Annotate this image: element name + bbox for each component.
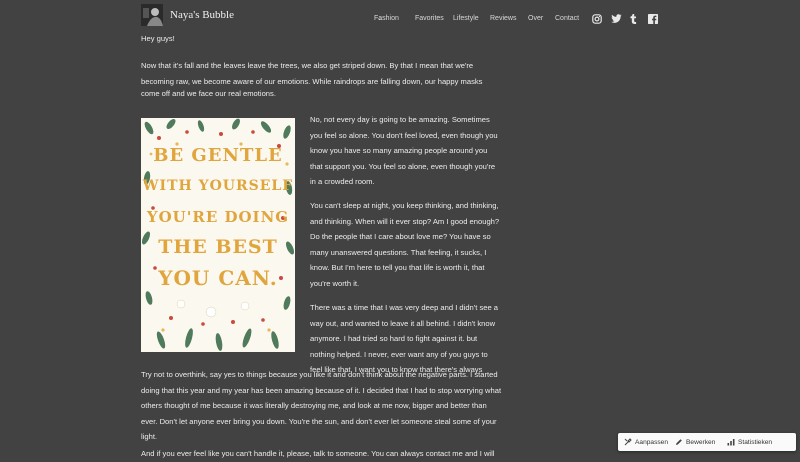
poster-line: YOU CAN. — [158, 266, 278, 290]
side-paragraph-line: you feel so alone. You don't feel loved,… — [310, 131, 498, 140]
paragraph-line: Try not to overthink, say yes to things … — [141, 370, 498, 379]
paragraph-line: doing that this year and my year has bee… — [141, 386, 502, 395]
intro-line: come off and we face our real emotions. — [141, 89, 276, 98]
poster-line: THE BEST — [158, 236, 278, 258]
paragraph-line: light. — [141, 432, 158, 441]
nav-item-over[interactable]: Over — [528, 15, 543, 22]
pencil-icon — [676, 439, 682, 445]
side-paragraph-line: You can't sleep at night, you keep think… — [310, 201, 499, 210]
stats-label: Statistieken — [738, 438, 773, 446]
nav-item-lifestyle[interactable]: Lifestyle — [453, 15, 479, 22]
site-header: Naya's Bubble Fashion ⌄ Favorites Lifesty… — [0, 0, 800, 36]
twitter-icon[interactable] — [611, 14, 622, 24]
edit-label: Bewerken — [686, 438, 716, 446]
paragraph-line: others thought of me because it was lite… — [141, 401, 487, 410]
side-paragraph-line: and thinking. When will it ever stop? Am… — [310, 217, 500, 226]
tools-icon — [624, 438, 632, 446]
customize-button[interactable]: Aanpassen — [624, 438, 668, 446]
nav-item-reviews[interactable]: Reviews — [490, 15, 516, 22]
main-navigation: Fashion ⌄ Favorites Lifestyle Reviews Ove… — [0, 15, 800, 29]
intro-line: Now that it's fall and the leaves leave … — [141, 61, 474, 70]
paragraph-line: ever. Don't let anyone ever bring you do… — [141, 417, 497, 426]
side-paragraph-line: Do the people that I care about love me?… — [310, 232, 491, 241]
side-paragraph-line: you're worth it. — [310, 279, 360, 288]
facebook-icon[interactable] — [648, 14, 658, 24]
nav-item-contact[interactable]: Contact — [555, 15, 579, 22]
side-paragraph-line: way out, and wanted to leave it all behi… — [310, 319, 496, 328]
side-paragraph-line: No, not every day is going to be amazing… — [310, 115, 490, 124]
tumblr-icon[interactable] — [630, 14, 637, 24]
side-paragraph-line: in a crowded room. — [310, 177, 375, 186]
customize-label: Aanpassen — [635, 438, 668, 446]
stats-button[interactable]: Statistieken — [727, 438, 772, 446]
poster-line: BE GENTLE — [153, 145, 283, 166]
side-paragraph-line: know. But I'm here to tell you that life… — [310, 263, 485, 272]
chevron-down-icon: ⌄ — [377, 16, 383, 22]
instagram-icon[interactable] — [592, 14, 602, 24]
admin-bar: Aanpassen Bewerken Statistieken — [618, 433, 796, 451]
quote-poster-image: BE GENTLE WITH YOURSELF YOU'RE DOING THE… — [141, 118, 295, 352]
poster-line: WITH YOURSELF — [142, 178, 294, 194]
poster-line: YOU'RE DOING — [146, 208, 290, 226]
post-greeting: Hey guys! — [141, 34, 175, 43]
stats-icon — [727, 439, 735, 446]
side-paragraph-line: anymore. I had tried so hard to fight ag… — [310, 334, 478, 343]
edit-button[interactable]: Bewerken — [675, 438, 715, 446]
side-paragraph-line: know you have so many amazing people aro… — [310, 146, 488, 155]
side-paragraph-line: that support you. You feel so alone, eve… — [310, 162, 496, 171]
side-paragraph-line: many unanswered questions. That feeling,… — [310, 248, 487, 257]
nav-item-favorites[interactable]: Favorites — [415, 15, 444, 22]
paragraph-line: And if you ever feel like you can't hand… — [141, 449, 495, 458]
side-paragraph-line: nothing helped. I never, ever want any o… — [310, 350, 488, 359]
side-paragraph-line: There was a time that I was very deep an… — [310, 303, 499, 312]
